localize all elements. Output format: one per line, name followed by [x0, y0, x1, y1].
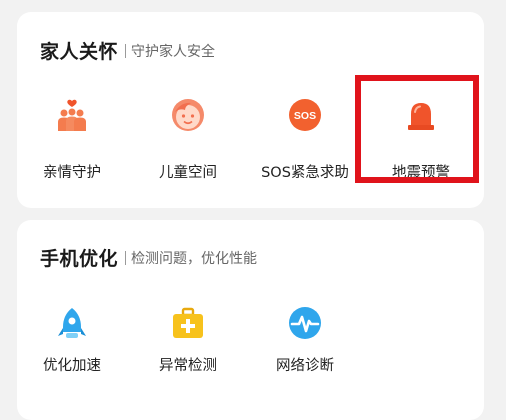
kids-space-label: 儿童空间	[159, 165, 217, 181]
phone-optimization-header: 手机优化 检测问题，优化性能	[40, 244, 257, 271]
family-care-header: 家人关怀 守护家人安全	[40, 37, 215, 64]
kids-space-button[interactable]: 儿童空间	[133, 82, 243, 182]
network-diagnosis-label: 网络诊断	[276, 358, 334, 374]
rocket-icon	[58, 308, 86, 338]
title-divider	[125, 250, 127, 265]
card-subtitle: 检测问题，优化性能	[131, 250, 258, 267]
optimize-speedup-button[interactable]: 优化加速	[17, 288, 127, 388]
optimize-speedup-label: 优化加速	[43, 358, 101, 374]
card-title: 手机优化	[40, 248, 119, 270]
network-pulse-icon	[289, 307, 321, 339]
card-title: 家人关怀	[40, 41, 119, 63]
sos-label: SOS紧急求助	[261, 165, 349, 181]
family-guard-label: 亲情守护	[43, 165, 101, 181]
family-icon	[58, 99, 86, 131]
network-diagnosis-button[interactable]: 网络诊断	[250, 288, 360, 388]
anomaly-detection-label: 异常检测	[159, 358, 217, 374]
title-divider	[125, 43, 127, 58]
highlight-box	[355, 75, 479, 183]
sos-icon: SOS	[289, 99, 321, 131]
sos-icon-text: SOS	[294, 110, 316, 122]
sos-button[interactable]: SOS SOS紧急求助	[250, 82, 360, 182]
first-aid-kit-icon	[173, 307, 203, 338]
family-guard-button[interactable]: 亲情守护	[17, 82, 127, 182]
card-subtitle: 守护家人安全	[131, 43, 216, 60]
child-face-icon	[172, 99, 204, 131]
anomaly-detection-button[interactable]: 异常检测	[133, 288, 243, 388]
phone-optimization-card: 手机优化 检测问题，优化性能 优化加速 异常检测 网络诊断	[17, 220, 484, 420]
